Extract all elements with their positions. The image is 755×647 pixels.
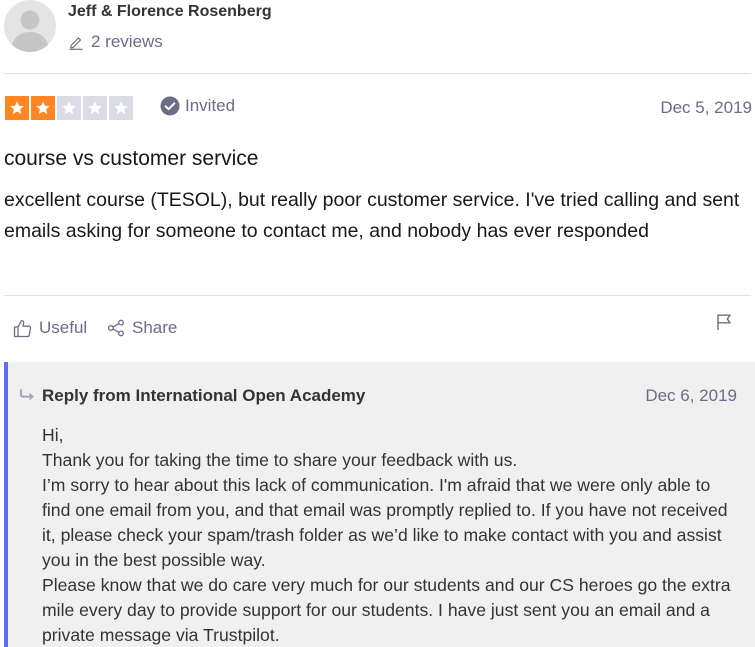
invited-label: Invited bbox=[185, 96, 236, 115]
star-icon bbox=[10, 101, 24, 115]
useful-label: Useful bbox=[39, 318, 88, 337]
star-icon bbox=[114, 101, 128, 115]
pencil-icon bbox=[68, 34, 84, 50]
consumer-name[interactable]: Jeff & Florence Rosenberg bbox=[68, 3, 272, 21]
invited-badge[interactable]: Invited bbox=[160, 96, 235, 116]
star-empty bbox=[57, 96, 81, 120]
useful-button[interactable]: Useful bbox=[13, 318, 87, 338]
reply-date: Dec 6, 2019 bbox=[645, 386, 737, 405]
review-body: excellent course (TESOL), but really poo… bbox=[4, 189, 740, 242]
reviews-count[interactable]: 2 reviews bbox=[68, 32, 163, 52]
flag-icon bbox=[716, 313, 732, 331]
share-label: Share bbox=[132, 318, 178, 337]
review-date: Dec 5, 2019 bbox=[660, 98, 752, 117]
share-button[interactable]: Share bbox=[107, 318, 177, 338]
star-empty bbox=[109, 96, 133, 120]
reply-paragraph: Hi, bbox=[42, 425, 64, 445]
header-divider bbox=[4, 73, 751, 74]
star-rating bbox=[5, 96, 133, 120]
check-circle-icon bbox=[160, 96, 180, 116]
share-icon bbox=[107, 319, 125, 337]
report-flag-button[interactable] bbox=[716, 313, 732, 331]
reply-paragraph: I’m sorry to hear about this lack of com… bbox=[42, 475, 728, 570]
star-filled bbox=[31, 96, 55, 120]
star-icon bbox=[88, 101, 102, 115]
star-icon bbox=[62, 101, 76, 115]
reviews-count-label: 2 reviews bbox=[91, 32, 163, 51]
reply-paragraph: Please know that we do care very much fo… bbox=[42, 575, 731, 645]
reply-arrow-icon bbox=[20, 388, 38, 402]
company-reply: Reply from International Open Academy De… bbox=[4, 362, 755, 647]
consumer-avatar[interactable] bbox=[4, 0, 56, 52]
reply-body: Hi, Thank you for taking the time to sha… bbox=[42, 423, 742, 647]
review-title[interactable]: course vs customer service bbox=[4, 147, 258, 171]
thumbs-up-icon bbox=[13, 319, 32, 338]
star-filled bbox=[5, 96, 29, 120]
star-icon bbox=[36, 101, 50, 115]
reply-paragraph: Thank you for taking the time to share y… bbox=[42, 450, 518, 470]
star-empty bbox=[83, 96, 107, 120]
content-divider bbox=[4, 295, 751, 296]
avatar-person-icon bbox=[11, 10, 49, 52]
reply-heading: Reply from International Open Academy bbox=[42, 386, 366, 405]
